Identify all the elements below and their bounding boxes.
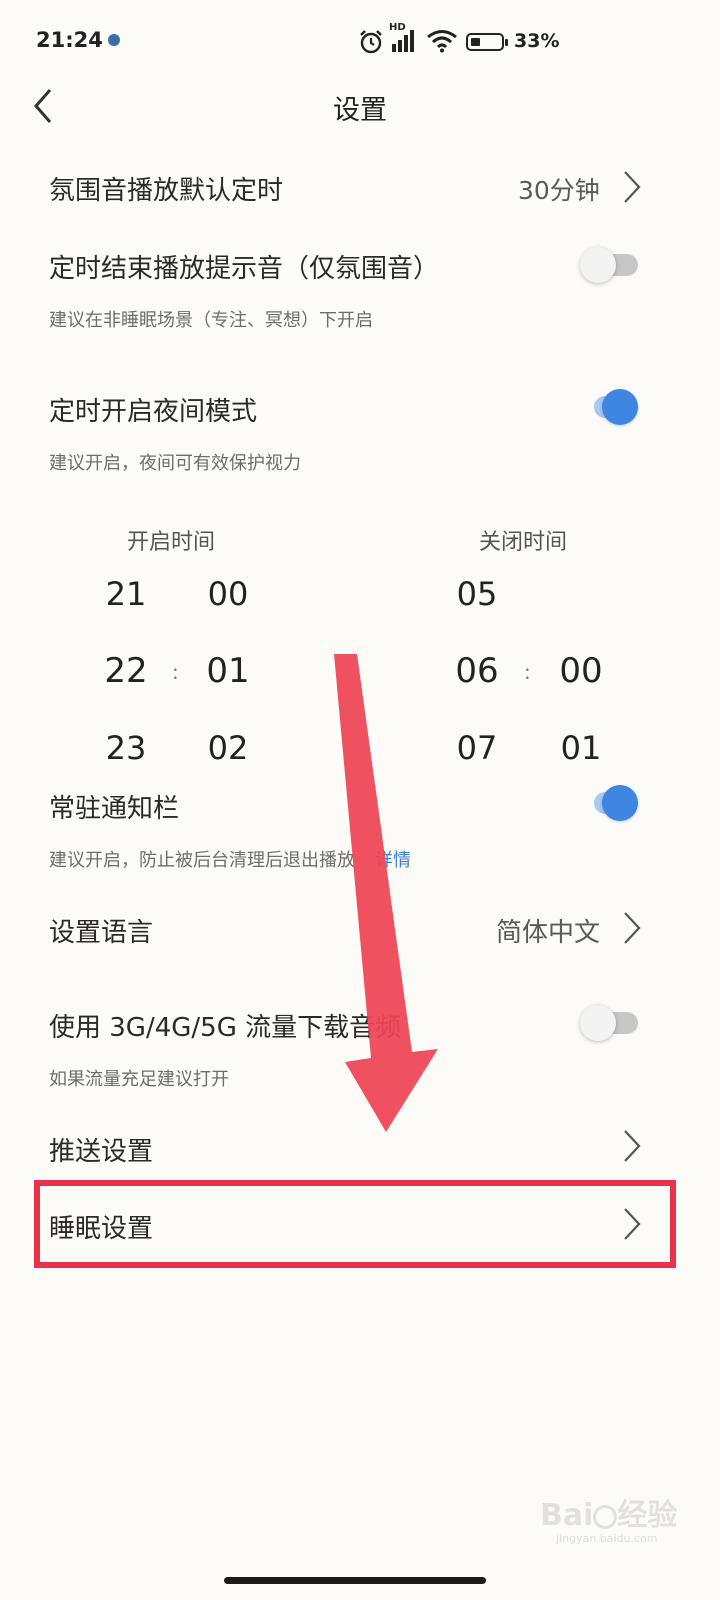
- mobile-data-label: 使用 3G/4G/5G 流量下载音频: [49, 1013, 402, 1043]
- start-time-label: 开启时间: [127, 530, 216, 555]
- end-hour-option[interactable]: 05: [447, 575, 507, 613]
- notification-label: 常驻通知栏: [49, 794, 180, 824]
- notification-toggle[interactable]: [580, 782, 638, 824]
- end-minute-option[interactable]: 01: [551, 729, 611, 767]
- watermark-url: jingyan.baidu.com: [556, 1532, 658, 1545]
- end-time-separator: :: [524, 660, 531, 684]
- chevron-right-icon: [624, 1130, 641, 1162]
- language-label: 设置语言: [49, 918, 154, 948]
- end-hour-selected[interactable]: 06: [447, 651, 507, 691]
- timer-end-sound-label: 定时结束播放提示音（仅氛围音）: [49, 254, 440, 284]
- timer-end-sound-toggle[interactable]: [580, 244, 638, 286]
- network-type-label: HD: [389, 22, 406, 33]
- highlight-box: [34, 1180, 676, 1268]
- battery-fill: [471, 38, 480, 46]
- watermark-logo: Bai 经验: [540, 1498, 678, 1533]
- end-hour-option[interactable]: 07: [447, 729, 507, 767]
- ambience-timer-label: 氛围音播放默认定时: [49, 176, 284, 206]
- push-settings-label: 推送设置: [49, 1137, 154, 1167]
- status-bar: 21:24 HD 33%: [0, 0, 720, 86]
- mobile-data-desc: 如果流量充足建议打开: [49, 1069, 229, 1090]
- page-title: 设置: [333, 95, 387, 126]
- status-time: 21:24: [36, 28, 103, 52]
- start-hour-selected[interactable]: 22: [96, 651, 156, 691]
- notification-desc: 建议开启，防止被后台清理后退出播放 详情: [49, 846, 411, 872]
- battery-percent: 33%: [514, 30, 560, 52]
- alarm-icon: [360, 30, 382, 54]
- wifi-icon: [427, 30, 457, 53]
- ambience-timer-value: 30分钟: [518, 176, 600, 205]
- start-hour-option[interactable]: 23: [96, 729, 156, 767]
- start-minute-option[interactable]: 02: [198, 729, 258, 767]
- home-indicator[interactable]: [224, 1577, 486, 1584]
- night-mode-toggle[interactable]: [580, 386, 638, 428]
- battery-icon: [466, 33, 508, 51]
- timer-end-sound-desc: 建议在非睡眠场景（专注、冥想）下开启: [49, 310, 373, 331]
- chevron-right-icon: [624, 171, 641, 203]
- end-minute-selected[interactable]: 00: [551, 651, 611, 691]
- start-time-separator: :: [172, 660, 179, 684]
- notification-desc-text: 建议开启，防止被后台清理后退出播放: [49, 850, 355, 871]
- start-hour-option[interactable]: 21: [96, 575, 156, 613]
- start-minute-option[interactable]: 00: [198, 575, 258, 613]
- chevron-right-icon: [624, 912, 641, 944]
- details-link[interactable]: 详情: [375, 850, 411, 871]
- night-mode-desc: 建议开启，夜间可有效保护视力: [49, 453, 301, 474]
- notification-dot-icon: [108, 34, 120, 46]
- night-mode-label: 定时开启夜间模式: [49, 397, 258, 427]
- nav-header: 设置: [0, 86, 720, 130]
- language-value: 简体中文: [496, 918, 601, 948]
- start-minute-selected[interactable]: 01: [198, 651, 258, 691]
- end-time-label: 关闭时间: [479, 530, 568, 555]
- mobile-data-toggle[interactable]: [580, 1002, 638, 1044]
